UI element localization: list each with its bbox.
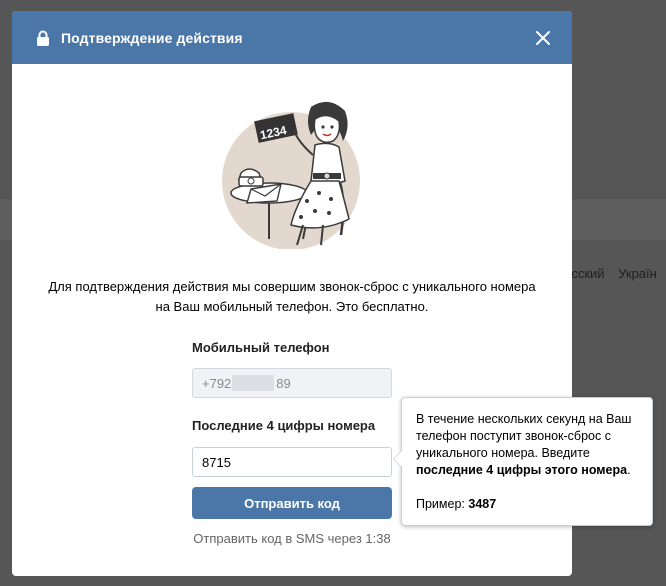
phone-prefix: +792 (202, 375, 232, 391)
tooltip-text-after: . (627, 463, 631, 477)
code-value: 8715 (202, 454, 231, 470)
background-languages: усский Україн (565, 266, 657, 281)
lock-icon (36, 30, 50, 46)
phone-suffix: 89 (276, 375, 291, 391)
tooltip-example-value: 3487 (468, 497, 497, 511)
modal-title: Подтверждение действия (61, 29, 243, 46)
phone-field: +792 89 (192, 368, 392, 398)
tooltip-text-bold: последние 4 цифры этого номера (416, 463, 628, 477)
modal-description: Для подтверждения действия мы совершим з… (32, 277, 552, 317)
illustration: 1234 (222, 101, 360, 249)
hint-tooltip: В течение нескольких секунд на Ваш телеф… (393, 397, 653, 526)
tooltip-text-before: В течение нескольких секунд на Ваш телеф… (416, 412, 632, 460)
phone-label: Мобильный телефон (192, 340, 330, 355)
code-label: Последние 4 цифры номера (192, 418, 376, 433)
tooltip-example-label: Пример: (416, 497, 465, 511)
tooltip-example: Пример: 3487 (416, 496, 638, 513)
modal-header: Подтверждение действия (12, 11, 572, 64)
sms-timer: Отправить код в SMS через 1:38 (193, 531, 391, 546)
tooltip-text: В течение нескольких секунд на Ваш телеф… (416, 411, 638, 479)
close-icon[interactable] (532, 27, 554, 49)
code-input[interactable]: 8715 (192, 447, 392, 477)
language-link[interactable]: Україн (618, 266, 657, 281)
phone-mask (232, 375, 275, 391)
description-line: Для подтверждения действия мы совершим з… (48, 279, 536, 294)
send-code-button[interactable]: Отправить код (192, 487, 392, 519)
tooltip-arrow-inner (394, 451, 402, 467)
description-line: на Ваш мобильный телефон. Это бесплатно. (155, 299, 429, 314)
